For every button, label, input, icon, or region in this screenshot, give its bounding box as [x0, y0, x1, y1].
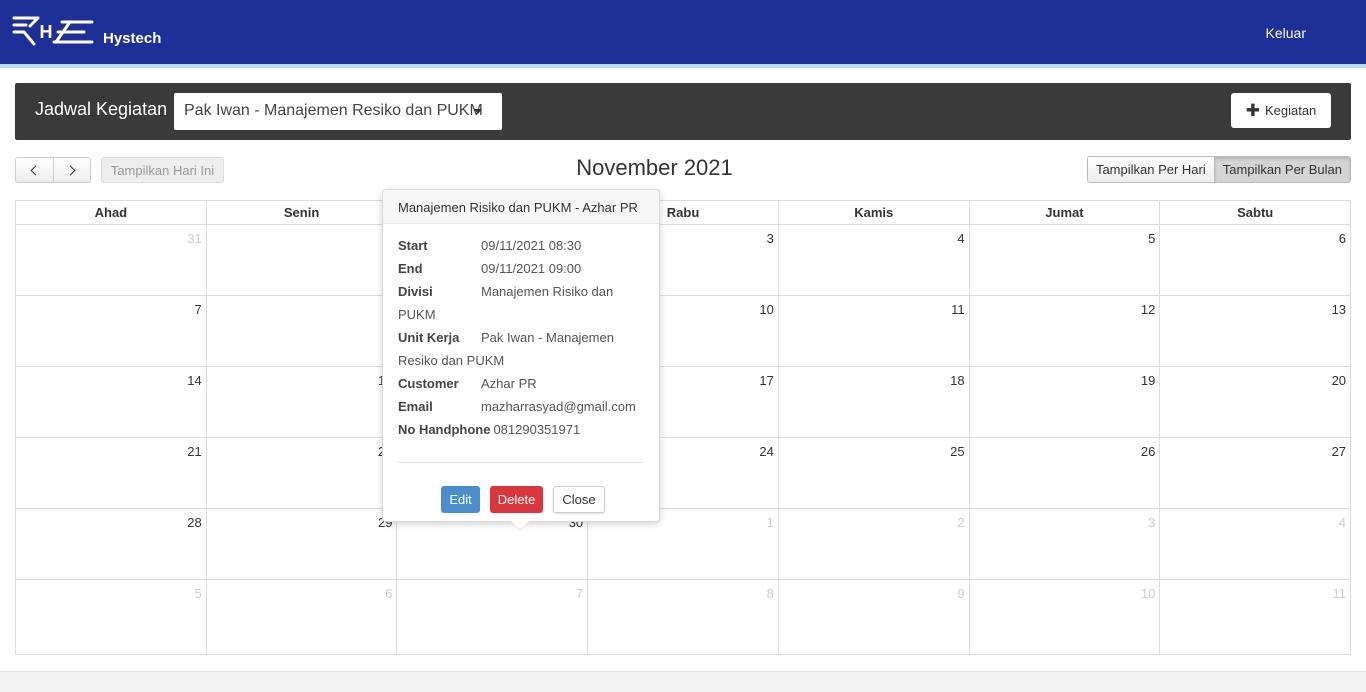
top-navbar: H Hystech Keluar: [0, 0, 1366, 64]
phone-value: 081290351971: [493, 422, 581, 437]
main-content: Jadwal Kegiatan Pak Iwan - Manajemen Res…: [0, 68, 1366, 671]
day-cell[interactable]: 21: [16, 438, 207, 509]
other-month-day-cell[interactable]: 11: [1160, 580, 1352, 655]
add-activity-label: Kegiatan: [1264, 103, 1317, 118]
other-month-day-cell[interactable]: 3: [969, 509, 1161, 580]
footer: [0, 671, 1366, 692]
day-cell[interactable]: 26: [969, 438, 1161, 509]
weekday-kamis: Kamis: [778, 201, 970, 225]
day-cell[interactable]: 7: [16, 296, 207, 367]
other-month-day-cell[interactable]: 6: [206, 580, 398, 655]
divisi-value: Manajemen Risiko dan: [481, 284, 614, 299]
popover-divider: [398, 462, 644, 463]
end-value: 09/11/2021 09:00: [481, 261, 582, 276]
popover-arrow: [511, 521, 529, 530]
end-label: End: [398, 261, 423, 276]
weekday-header: AhadSeninSelasaRabuKamisJumatSabtu: [16, 201, 1352, 225]
logout-link[interactable]: Keluar: [1266, 25, 1306, 41]
weekday-sabtu: Sabtu: [1160, 201, 1352, 225]
weekday-ahad: Ahad: [16, 201, 207, 225]
day-cell[interactable]: 19: [969, 367, 1161, 438]
day-cell[interactable]: 29: [206, 509, 398, 580]
day-cell[interactable]: 15: [206, 367, 398, 438]
day-cell[interactable]: 22: [206, 438, 398, 509]
other-month-day-cell[interactable]: 31: [16, 225, 207, 296]
edit-button[interactable]: Edit: [441, 486, 480, 513]
popover-body: Start 09/11/2021 08:30 End 09/11/2021 09:0…: [398, 234, 646, 441]
day-cell[interactable]: 14: [16, 367, 207, 438]
phone-label: No Handphone: [398, 422, 491, 437]
day-cell[interactable]: 18: [778, 367, 970, 438]
month-calendar: AhadSeninSelasaRabuKamisJumatSabtu 31123…: [15, 200, 1352, 655]
day-cell[interactable]: 20: [1160, 367, 1352, 438]
weekday-senin: Senin: [206, 201, 398, 225]
day-cell[interactable]: 27: [1160, 438, 1352, 509]
event-popover: Manajemen Risiko dan PUKM - Azhar PR Sta…: [382, 189, 660, 530]
other-month-day-cell[interactable]: 7: [397, 580, 589, 655]
divisi-value-cont: PUKM: [398, 307, 436, 322]
day-cell[interactable]: 25: [778, 438, 970, 509]
other-month-day-cell[interactable]: 4: [1160, 509, 1352, 580]
popover-actions: Edit Delete Close: [383, 486, 659, 513]
unit-select[interactable]: Pak Iwan - Manajemen Resiko dan PUKM: [174, 93, 502, 130]
email-label: Email: [398, 399, 433, 414]
other-month-day-cell[interactable]: 10: [969, 580, 1161, 655]
unit-value: Pak Iwan - Manajemen: [481, 330, 614, 345]
start-value: 09/11/2021 08:30: [481, 238, 582, 253]
close-button[interactable]: Close: [553, 486, 605, 513]
week-row: 78910111213: [16, 296, 1352, 367]
day-cell[interactable]: 5: [969, 225, 1161, 296]
view-day-button[interactable]: Tampilkan Per Hari: [1087, 157, 1214, 182]
weekday-jumat: Jumat: [969, 201, 1161, 225]
start-label: Start: [398, 238, 428, 253]
week-row: 28 29 30 1 2 3 4: [16, 509, 1352, 580]
customer-value: Azhar PR: [481, 376, 537, 391]
unit-select-value: Pak Iwan - Manajemen Resiko dan PUKM: [184, 102, 483, 119]
other-month-day-cell[interactable]: 9: [778, 580, 970, 655]
page-title: Jadwal Kegiatan: [35, 99, 168, 119]
email-value: mazharrasyad@gmail.com: [481, 399, 636, 414]
day-cell[interactable]: 4: [778, 225, 970, 296]
day-cell[interactable]: 8: [206, 296, 398, 367]
day-cell[interactable]: 6: [1160, 225, 1352, 296]
view-month-button[interactable]: Tampilkan Per Bulan: [1213, 157, 1350, 182]
event-phone-row: No Handphone 081290351971: [398, 418, 646, 441]
event-unit-row: Unit Kerja Pak Iwan - Manajemen: [398, 326, 646, 349]
plus-icon: ✚: [1245, 101, 1260, 120]
brand-name[interactable]: Hystech: [103, 30, 161, 47]
customer-label: Customer: [398, 376, 459, 391]
day-cell[interactable]: 1: [206, 225, 398, 296]
other-month-day-cell[interactable]: 5: [16, 580, 207, 655]
day-cell[interactable]: 28: [16, 509, 207, 580]
schedule-header-bar: Jadwal Kegiatan Pak Iwan - Manajemen Res…: [15, 83, 1351, 140]
event-end-row: End 09/11/2021 09:00: [398, 257, 646, 280]
event-customer-row: Customer Azhar PR: [398, 372, 646, 395]
divisi-label: Divisi: [398, 284, 433, 299]
unit-value-cont: Resiko dan PUKM: [398, 353, 505, 368]
week-row: 5 6 7 8 9 10 11: [16, 580, 1352, 655]
svg-text:H: H: [40, 22, 53, 42]
view-switcher: Tampilkan Per Hari Tampilkan Per Bulan: [1086, 156, 1351, 183]
caret-down-icon: [474, 109, 482, 114]
event-start-row: Start 09/11/2021 08:30: [398, 234, 646, 257]
week-row: 31123456: [16, 225, 1352, 296]
hystech-logo[interactable]: H: [12, 12, 94, 48]
other-month-day-cell[interactable]: 2: [778, 509, 970, 580]
week-row: 14151617181920: [16, 367, 1352, 438]
other-month-day-cell[interactable]: 8: [588, 580, 779, 655]
event-divisi-row: Divisi Manajemen Risiko dan: [398, 280, 646, 303]
day-cell[interactable]: 13: [1160, 296, 1352, 367]
day-cell[interactable]: 12: [969, 296, 1161, 367]
add-activity-button[interactable]: ✚ Kegiatan: [1231, 93, 1331, 128]
day-cell[interactable]: 11: [778, 296, 970, 367]
unit-label: Unit Kerja: [398, 330, 460, 345]
event-email-row: Email mazharrasyad@gmail.com: [398, 395, 646, 418]
week-row: 21222324252627: [16, 438, 1352, 509]
delete-button[interactable]: Delete: [489, 486, 544, 513]
popover-title: Manajemen Risiko dan PUKM - Azhar PR: [383, 190, 659, 224]
